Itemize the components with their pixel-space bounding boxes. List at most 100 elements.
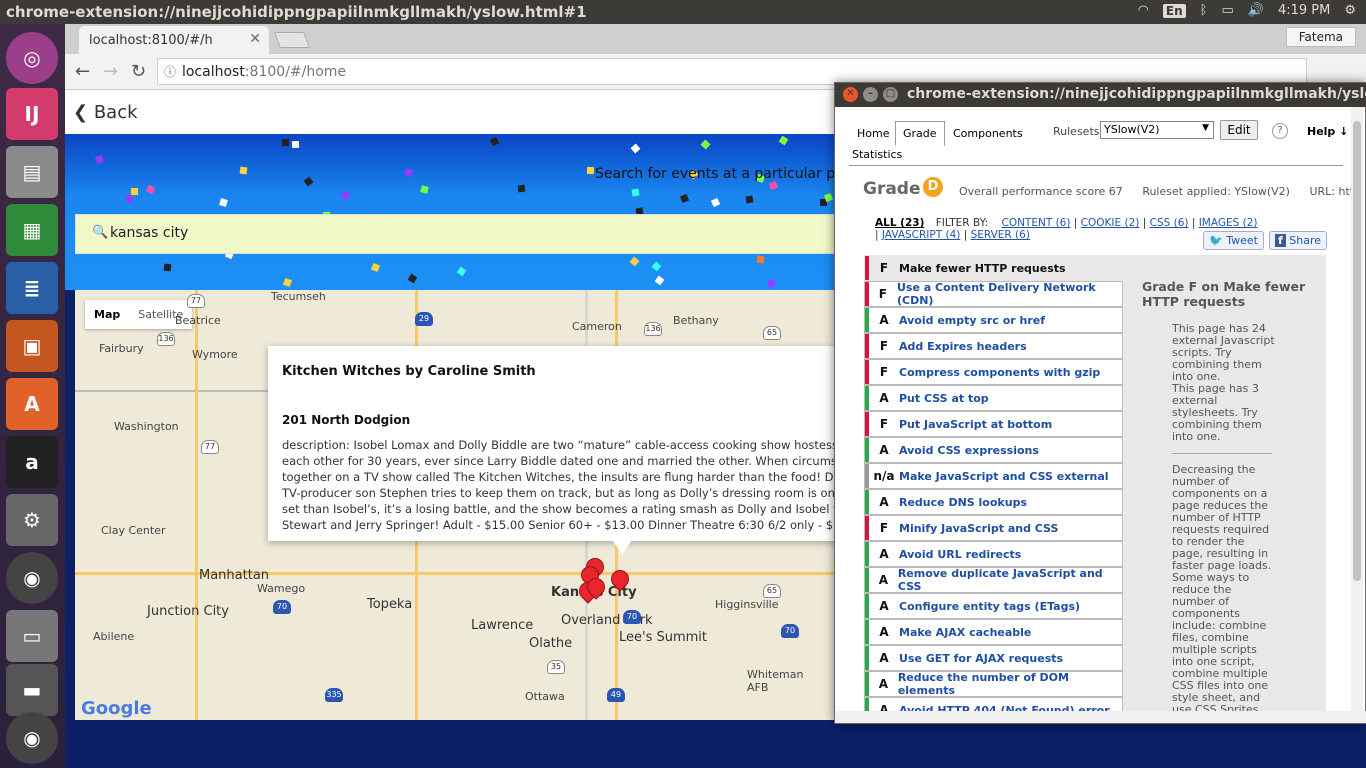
search-bar[interactable]: 🔍 kansas city: [75, 214, 845, 254]
address-bar[interactable]: ⓘ localhost:8100/#/home: [157, 58, 1307, 85]
rule-grade: A: [878, 573, 888, 587]
rule-label: Put CSS at top: [899, 391, 989, 405]
back-arrow-icon[interactable]: ←: [75, 61, 90, 82]
description-line: set than Isobel’s, it’s a losing battle,…: [282, 502, 845, 516]
keyboard-layout[interactable]: En: [1162, 3, 1186, 18]
tabs-divider: [849, 165, 1343, 166]
map-button[interactable]: Map: [85, 300, 129, 329]
minimize-window-icon[interactable]: –: [863, 87, 878, 102]
tab-components[interactable]: Components: [945, 121, 1031, 146]
back-button[interactable]: ❮ Back: [73, 102, 138, 123]
profile-button[interactable]: Fatema: [1285, 27, 1356, 47]
ubuntu-dash-icon[interactable]: ◎: [6, 32, 58, 84]
filter-images[interactable]: IMAGES (2): [1199, 217, 1258, 229]
filter-javascript[interactable]: JAVASCRIPT (4): [882, 229, 960, 241]
ruleset-select[interactable]: YSlow(V2) ▼: [1100, 121, 1214, 139]
rule-grade: F: [879, 521, 889, 535]
rule-row[interactable]: n/a Make JavaScript and CSS external: [864, 463, 1123, 489]
rule-row[interactable]: A Make AJAX cacheable: [864, 619, 1123, 645]
rule-row[interactable]: F Make fewer HTTP requests: [864, 255, 1123, 281]
rule-row[interactable]: A Configure entity tags (ETags): [864, 593, 1123, 619]
confetti: [340, 190, 351, 201]
filter-server[interactable]: SERVER (6): [971, 229, 1030, 241]
battery-icon[interactable]: ▭: [1221, 3, 1233, 18]
calc-icon[interactable]: ▦: [6, 204, 58, 256]
intellij-icon[interactable]: IJ: [6, 88, 58, 140]
bluetooth-icon[interactable]: ᛒ: [1200, 3, 1208, 18]
rule-row[interactable]: A Avoid CSS expressions: [864, 437, 1123, 463]
rule-grade: F: [879, 339, 889, 353]
clock[interactable]: 4:19 PM: [1278, 3, 1330, 18]
maximize-window-icon[interactable]: □: [883, 87, 898, 102]
filter-content[interactable]: CONTENT (6): [1001, 217, 1070, 229]
close-icon[interactable]: ✕: [249, 31, 261, 47]
forward-arrow-icon[interactable]: →: [103, 61, 118, 82]
rule-row[interactable]: F Use a Content Delivery Network (CDN): [864, 281, 1123, 307]
reload-icon[interactable]: ↻: [131, 61, 146, 82]
rule-label: Avoid CSS expressions: [899, 443, 1039, 457]
filter-cookie[interactable]: COOKIE (2): [1081, 217, 1140, 229]
writer-icon[interactable]: ≣: [6, 262, 58, 314]
horizontal-scrollbar[interactable]: [835, 711, 1366, 723]
help-icon[interactable]: ?: [1272, 123, 1288, 139]
event-description: description: Isobel Lomax and Dolly Bidd…: [282, 437, 845, 533]
share-button[interactable]: f Share: [1269, 231, 1328, 250]
rule-row[interactable]: F Put JavaScript at bottom: [864, 411, 1123, 437]
rule-row[interactable]: A Avoid HTTP 404 (Not Found) error: [864, 697, 1123, 711]
wifi-icon[interactable]: ◠: [1138, 3, 1149, 18]
confetti: [489, 136, 500, 147]
confetti: [654, 275, 665, 286]
scroll-thumb[interactable]: [1353, 121, 1361, 581]
yslow-content: Home Grade Components Statistics Ruleset…: [835, 107, 1353, 711]
confetti: [303, 176, 314, 187]
vertical-scrollbar[interactable]: [1351, 107, 1363, 711]
info-icon[interactable]: ⓘ: [164, 63, 176, 80]
drive-icon[interactable]: ▭: [6, 610, 58, 662]
detail-message: This page has 24 external Javascript scr…: [1172, 322, 1275, 383]
rule-row[interactable]: A Use GET for AJAX requests: [864, 645, 1123, 671]
amazon-icon[interactable]: a: [6, 436, 58, 488]
scanner-icon[interactable]: ▬: [6, 664, 58, 716]
rulesets-label: Rulesets: [1053, 125, 1100, 138]
browser-tab[interactable]: localhost:8100/#/h ✕: [79, 26, 269, 54]
rule-row[interactable]: F Minify JavaScript and CSS: [864, 515, 1123, 541]
search-input[interactable]: kansas city: [110, 225, 188, 241]
tweet-button[interactable]: 🐦 Tweet: [1203, 231, 1264, 250]
rule-row[interactable]: A Reduce DNS lookups: [864, 489, 1123, 515]
share-label: Share: [1289, 234, 1322, 247]
confetti: [768, 180, 779, 191]
edit-button[interactable]: Edit: [1220, 120, 1258, 140]
road-i70: [75, 572, 845, 575]
confetti: [291, 140, 300, 149]
city-label: Beatrice: [175, 314, 221, 327]
close-window-icon[interactable]: ✕: [843, 87, 858, 102]
rule-row[interactable]: A Put CSS at top: [864, 385, 1123, 411]
software-center-icon[interactable]: A: [6, 378, 58, 430]
gear-icon[interactable]: ⚙: [1344, 3, 1356, 18]
filter-all[interactable]: ALL (23): [875, 217, 924, 229]
city-label: Olathe: [529, 636, 573, 651]
volume-icon[interactable]: 🔊: [1248, 3, 1264, 18]
rule-row[interactable]: A Avoid empty src or href: [864, 307, 1123, 333]
rule-row[interactable]: A Remove duplicate JavaScript and CSS: [864, 567, 1123, 593]
files-icon[interactable]: ▤: [6, 146, 58, 198]
rule-grade: F: [879, 261, 889, 275]
impress-icon[interactable]: ▣: [6, 320, 58, 372]
twitter-icon: 🐦: [1209, 234, 1223, 247]
facebook-icon: f: [1275, 234, 1286, 247]
rule-row[interactable]: A Avoid URL redirects: [864, 541, 1123, 567]
confetti: [283, 278, 292, 287]
confetti: [281, 138, 290, 147]
chrome-icon[interactable]: ◉: [6, 552, 58, 604]
rule-row[interactable]: F Add Expires headers: [864, 333, 1123, 359]
map[interactable]: Map Satellite Tecumseh Beatrice Fairbury…: [75, 290, 845, 720]
rule-row[interactable]: A Reduce the number of DOM elements: [864, 671, 1123, 697]
rule-row[interactable]: F Compress components with gzip: [864, 359, 1123, 385]
new-tab-button[interactable]: [274, 32, 310, 48]
settings-icon[interactable]: ⚙: [6, 494, 58, 546]
confetti: [163, 263, 172, 272]
tab-statistics[interactable]: Statistics: [844, 142, 910, 167]
help-menu[interactable]: Help ↓: [1307, 125, 1348, 138]
chrome-icon-2[interactable]: ◉: [6, 712, 58, 764]
filter-css[interactable]: CSS (6): [1150, 217, 1189, 229]
